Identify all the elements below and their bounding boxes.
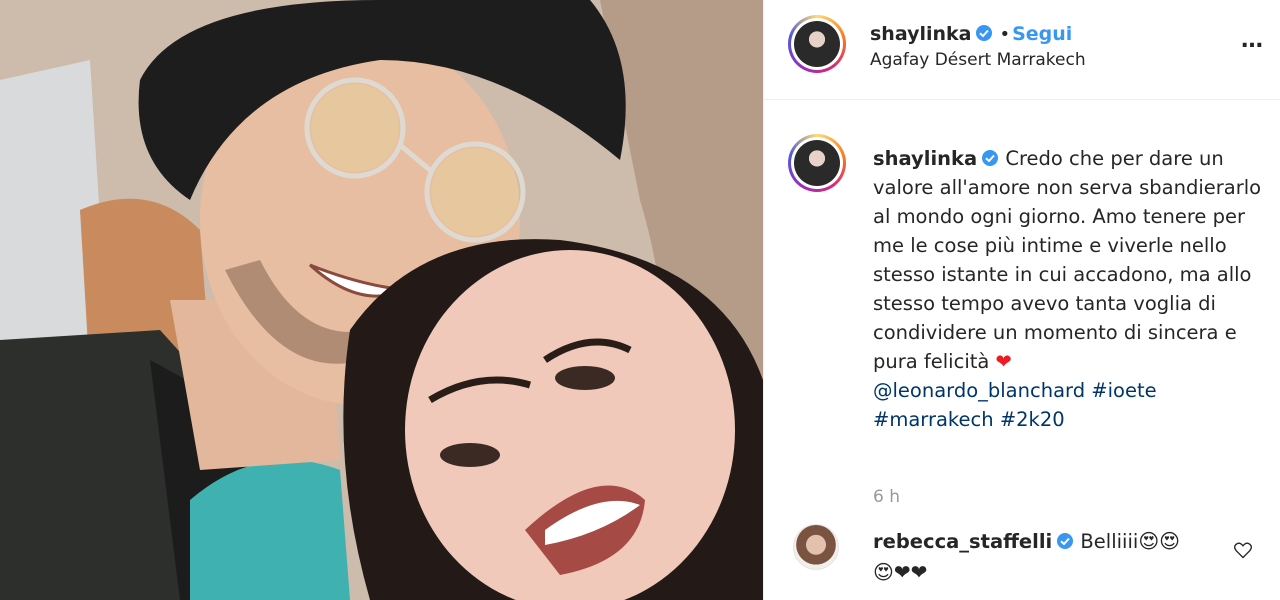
hashtag-link[interactable]: #ioete xyxy=(1091,379,1156,402)
heart-emoji: ❤ xyxy=(995,350,1012,373)
post-time[interactable]: 6 h xyxy=(873,487,900,507)
verified-badge-icon xyxy=(982,150,999,166)
commenter-username[interactable]: rebecca_staffelli xyxy=(873,530,1052,553)
comment-emojis-1: 😍😍 xyxy=(1138,529,1181,553)
caption-avatar[interactable] xyxy=(788,134,846,192)
mention-link[interactable]: @leonardo_blanchard xyxy=(873,379,1085,402)
more-options-icon[interactable]: … xyxy=(1241,30,1269,52)
caption-body: valore all'amore non serva sbandierarlo … xyxy=(873,176,1262,373)
heart-outline-icon[interactable] xyxy=(1233,540,1253,560)
post-location[interactable]: Agafay Désert Marrakech xyxy=(870,50,1086,70)
post-photo[interactable] xyxy=(0,0,763,600)
verified-badge-icon xyxy=(976,25,993,41)
hashtag-link[interactable]: #2k20 xyxy=(1000,408,1065,431)
caption-text: shaylinka Credo che per dare un valore a… xyxy=(873,144,1268,434)
follow-button[interactable]: Segui xyxy=(1012,23,1072,45)
comment: rebecca_staffelli Belliiii😍😍 😍❤❤ xyxy=(873,526,1218,588)
caption-line-1: Credo che per dare un xyxy=(1005,147,1224,170)
author-username[interactable]: shaylinka xyxy=(870,23,971,45)
comment-emojis-2: 😍❤❤ xyxy=(873,560,928,584)
post-header: shaylinka • Segui Agafay Désert Marrakech … xyxy=(764,0,1280,100)
verified-badge-icon xyxy=(1057,533,1074,549)
separator-dot: • xyxy=(999,24,1011,45)
photo-illustration xyxy=(0,0,763,600)
hashtag-link[interactable]: #marrakech xyxy=(873,408,994,431)
header-user-row: shaylinka • Segui xyxy=(870,23,1072,45)
author-avatar[interactable] xyxy=(788,15,846,73)
caption-username[interactable]: shaylinka xyxy=(873,147,977,170)
comment-text: Belliiii xyxy=(1080,530,1139,553)
commenter-avatar[interactable] xyxy=(793,524,839,570)
